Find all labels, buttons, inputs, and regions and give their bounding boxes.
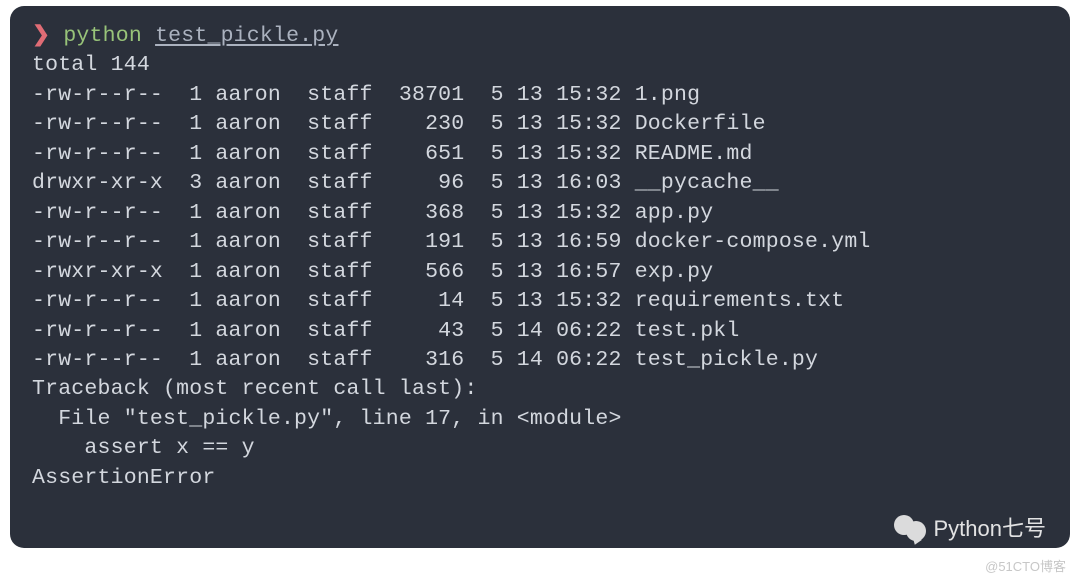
footer-source: @51CTO博客 (985, 556, 1066, 575)
watermark: Python七号 (894, 511, 1047, 543)
terminal-window[interactable]: ❯ python test_pickle.py total 144 -rw-r-… (10, 6, 1070, 548)
watermark-text: Python七号 (934, 511, 1047, 543)
traceback-error-line: AssertionError (32, 464, 1048, 493)
ls-row: -rw-r--r-- 1 aaron staff 316 5 14 06:22 … (32, 346, 1048, 375)
ls-row: -rw-r--r-- 1 aaron staff 651 5 13 15:32 … (32, 140, 1048, 169)
ls-row: -rw-r--r-- 1 aaron staff 14 5 13 15:32 r… (32, 287, 1048, 316)
ls-row: -rw-r--r-- 1 aaron staff 368 5 13 15:32 … (32, 199, 1048, 228)
prompt-argument: test_pickle.py (155, 24, 338, 48)
prompt-line: ❯ python test_pickle.py (32, 22, 1048, 51)
ls-row: -rw-r--r-- 1 aaron staff 191 5 13 16:59 … (32, 228, 1048, 257)
ls-row: -rw-r--r-- 1 aaron staff 230 5 13 15:32 … (32, 110, 1048, 139)
ls-row: -rwxr-xr-x 1 aaron staff 566 5 13 16:57 … (32, 258, 1048, 287)
ls-total-line: total 144 (32, 51, 1048, 80)
traceback-file-line: File "test_pickle.py", line 17, in <modu… (32, 405, 1048, 434)
traceback-header: Traceback (most recent call last): (32, 375, 1048, 404)
traceback-code-line: assert x == y (32, 434, 1048, 463)
wechat-icon (894, 511, 926, 543)
prompt-arrow-icon: ❯ (32, 24, 50, 48)
prompt-command: python (63, 24, 142, 48)
ls-row: -rw-r--r-- 1 aaron staff 43 5 14 06:22 t… (32, 317, 1048, 346)
ls-row: drwxr-xr-x 3 aaron staff 96 5 13 16:03 _… (32, 169, 1048, 198)
ls-row: -rw-r--r-- 1 aaron staff 38701 5 13 15:3… (32, 81, 1048, 110)
ls-rows-container: -rw-r--r-- 1 aaron staff 38701 5 13 15:3… (32, 81, 1048, 376)
